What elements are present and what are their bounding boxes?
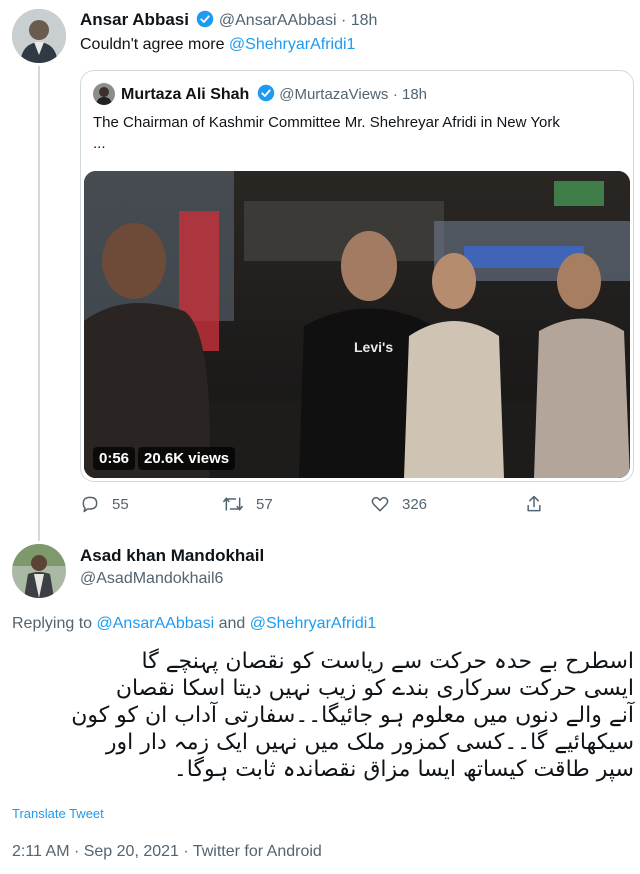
replying-to: Replying to @AnsarAAbbasi and @ShehryarA… — [12, 615, 376, 633]
video-views-badge: 20.6K views — [138, 447, 236, 470]
tweet-timestamp[interactable]: 2:11 AM · Sep 20, 2021 · Twitter for And… — [12, 843, 322, 861]
verified-badge-icon — [197, 10, 214, 28]
heart-icon — [371, 496, 389, 512]
video-duration-badge: 0:56 — [93, 447, 136, 470]
translate-tweet-link[interactable]: Translate Tweet — [12, 806, 104, 821]
tweet-text: Couldn't agree more — [80, 36, 229, 53]
mention-link[interactable]: @ShehryarAfridi1 — [229, 36, 356, 53]
author-name[interactable]: Ansar Abbasi — [80, 10, 189, 29]
avatar-ansar-abbasi[interactable] — [12, 9, 66, 63]
tweet-time[interactable]: · 18h — [341, 12, 377, 29]
video-player[interactable]: Levi's 0:56 20.6K views — [84, 171, 630, 478]
share-action[interactable] — [524, 494, 544, 514]
reply-text-line: سپر طاقت کیساتھ ایسا مزاق نقصاندہ ثابت ہ… — [173, 757, 634, 782]
like-action[interactable]: 326 — [370, 494, 427, 514]
like-count: 326 — [402, 495, 428, 513]
quoted-author-name: Murtaza Ali Shah — [121, 86, 250, 103]
reply-action[interactable]: 55 — [80, 494, 129, 514]
reply-author-name[interactable]: Asad khan Mandokhail — [80, 546, 264, 566]
shirt-logo-text: Levi's — [354, 339, 394, 355]
verified-badge-icon — [257, 84, 275, 102]
quoted-tweet-time: · 18h — [392, 86, 428, 103]
reply-text-line: اسطرح بے حدہ حرکت سے ریاست کو نقصان پہنچ… — [141, 649, 635, 674]
quoted-tweet-header: Murtaza Ali Shah @MurtazaViews · 18h — [121, 84, 427, 104]
reply-text-line: سیکھائیے گا۔۔کسی کمزور ملک میں نہیں ایک … — [105, 730, 634, 755]
replying-user-link[interactable]: @ShehryarAfridi1 — [250, 615, 377, 632]
avatar-murtaza-ali-shah — [93, 83, 115, 105]
thread-line — [38, 66, 40, 541]
parent-tweet-header: Ansar Abbasi @AnsarAAbbasi · 18h — [80, 10, 377, 30]
replying-user-link[interactable]: @AnsarAAbbasi — [97, 615, 215, 632]
video-stats: 0:56 20.6K views — [93, 447, 236, 470]
avatar-asad-khan-mandokhail[interactable] — [12, 544, 66, 598]
reply-tweet-text: اسطرح بے حدہ حرکت سے ریاست کو نقصان پہنچ… — [10, 648, 634, 783]
retweet-icon — [223, 497, 243, 511]
replying-prefix: Replying to — [12, 615, 97, 632]
quoted-tweet-card[interactable]: Murtaza Ali Shah @MurtazaViews · 18h The… — [80, 70, 634, 482]
quoted-tweet-ellipsis: ... — [93, 135, 106, 152]
author-handle[interactable]: @AnsarAAbbasi — [219, 12, 337, 29]
share-icon — [527, 495, 541, 512]
replying-and: and — [214, 615, 250, 632]
reply-author-handle[interactable]: @AsadMandokhail6 — [80, 570, 223, 588]
video-thumbnail — [84, 171, 630, 478]
reply-text-line: ایسی حرکت سرکاری بندے کو زیب نہیں دیتا ا… — [115, 676, 634, 701]
parent-tweet-text: Couldn't agree more @ShehryarAfridi1 — [80, 36, 355, 54]
retweet-action[interactable]: 57 — [222, 494, 273, 514]
quoted-author-handle: @MurtazaViews — [279, 86, 389, 103]
reply-icon — [82, 496, 98, 513]
retweet-count: 57 — [256, 495, 273, 513]
quoted-tweet-text: The Chairman of Kashmir Committee Mr. Sh… — [93, 114, 560, 131]
reply-count: 55 — [112, 495, 129, 513]
reply-text-line: آنے والے دنوں میں معلوم ہو جائیگا۔۔سفارت… — [71, 703, 634, 728]
